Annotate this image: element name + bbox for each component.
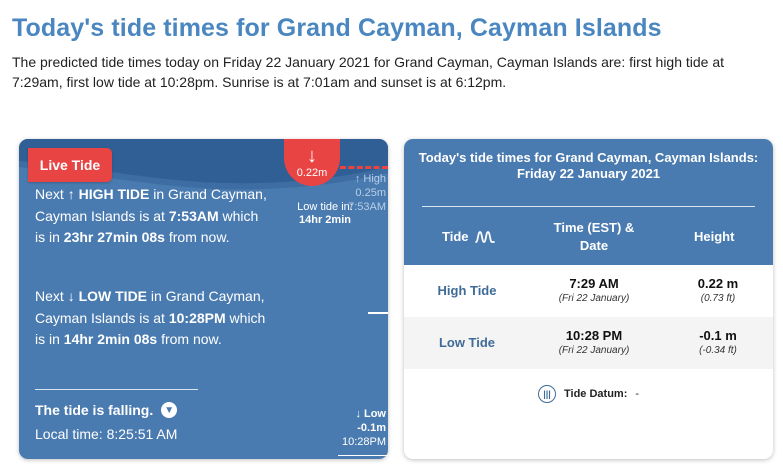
local-time: Local time: 8:25:51 AM xyxy=(35,426,177,442)
column-header-time: Time (EST) & Date xyxy=(553,220,635,253)
low-tide-countdown: Low tide in: 14hr 2min xyxy=(280,201,370,227)
chart-low-height: -0.1m xyxy=(357,422,386,434)
tide-height: -0.1 m (-0.34 ft) xyxy=(699,328,737,356)
tide-datum-label: Tide Datum: xyxy=(564,388,628,400)
arrow-down-icon: ↓ xyxy=(307,145,317,167)
live-divider xyxy=(35,389,198,390)
current-level-line xyxy=(340,166,388,169)
next-low-time: 10:28PM xyxy=(168,309,226,326)
wave-icon xyxy=(474,231,495,243)
tide-level-tick xyxy=(368,312,388,314)
chevron-down-icon[interactable]: ▼ xyxy=(161,402,178,418)
table-row: High Tide 7:29 AM (Fri 22 January) 0.22 … xyxy=(404,265,773,317)
tide-status[interactable]: The tide is falling. ▼ xyxy=(35,402,178,418)
tide-table-card: Today's tide times for Grand Cayman, Cay… xyxy=(404,139,773,459)
chart-high-height: 0.25m xyxy=(355,187,386,199)
next-low-countdown: 14hr 2min 08s xyxy=(63,331,158,347)
live-tide-badge: Live Tide xyxy=(28,148,112,182)
intro-text: The predicted tide times today on Friday… xyxy=(12,54,725,90)
gauge-icon: ||| xyxy=(538,385,556,403)
header-divider xyxy=(422,206,755,207)
chart-low-marker: ↓ Low -0.1m 10:28PM xyxy=(330,407,386,449)
tide-falling-text: The tide is falling. xyxy=(35,402,154,418)
tide-height: 0.22 m (0.73 ft) xyxy=(697,276,739,304)
chart-low-label: ↓ Low xyxy=(355,408,386,420)
arrow-down-icon: ↓ xyxy=(67,288,75,304)
column-header-height: Height xyxy=(694,229,735,244)
chart-low-time: 10:28PM xyxy=(341,436,386,448)
low-marker-line xyxy=(338,455,388,456)
local-time-value: 8:25:51 AM xyxy=(106,426,178,442)
tide-type: Low Tide xyxy=(438,335,496,350)
table-date: Friday 22 January 2021 xyxy=(516,166,661,181)
next-high-tide-text: Next ↑ HIGH TIDE in Grand Cayman, Cayman… xyxy=(35,186,267,245)
page-title: Today's tide times for Grand Cayman, Cay… xyxy=(12,14,662,42)
next-low-tide-text: Next ↓ LOW TIDE in Grand Cayman, Cayman … xyxy=(35,288,266,347)
next-high-time: 7:53AM xyxy=(168,207,219,224)
tide-time: 10:28 PM (Fri 22 January) xyxy=(558,328,630,356)
low-tide-in-label: Low tide in: xyxy=(297,201,353,213)
tide-datum[interactable]: ||| Tide Datum: - xyxy=(538,385,639,403)
table-header: Today's tide times for Grand Cayman, Cay… xyxy=(404,139,773,265)
tide-time: 7:29 AM (Fri 22 January) xyxy=(558,276,630,304)
local-time-label: Local time: xyxy=(35,426,103,442)
table-row: Low Tide 10:28 PM (Fri 22 January) -0.1 … xyxy=(404,317,773,369)
chart-high-label: ↑ High xyxy=(354,173,386,185)
tide-type: High Tide xyxy=(437,283,497,298)
next-high-countdown: 23hr 27min 08s xyxy=(63,229,165,245)
arrow-up-icon: ↑ xyxy=(67,186,75,202)
tide-datum-value: - xyxy=(635,388,640,400)
column-header-tide: Tide xyxy=(442,228,495,246)
table-title: Today's tide times for Grand Cayman, Cay… xyxy=(404,150,773,182)
low-tide-in-value: 14hr 2min xyxy=(299,214,351,226)
